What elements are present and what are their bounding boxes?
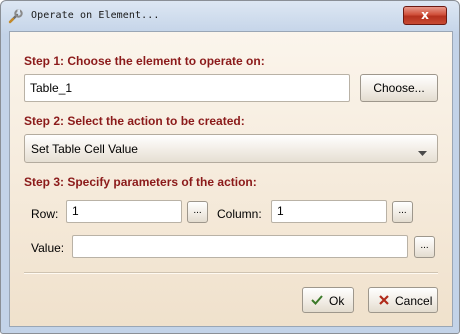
value-input[interactable] [72,235,408,258]
ellipsis-icon: ... [420,240,429,251]
title-bar[interactable]: Operate on Element... x [1,1,459,31]
step1-heading: Step 1: Choose the element to operate on… [24,54,265,68]
close-button[interactable]: x [403,6,447,25]
window-title: Operate on Element... [31,10,160,21]
x-icon [378,294,390,309]
choose-button[interactable]: Choose... [360,74,438,102]
element-field[interactable]: Table_1 [24,74,350,102]
dialog-content: Step 1: Choose the element to operate on… [9,31,453,327]
value-picker-button[interactable]: ... [414,236,435,258]
ellipsis-icon: ... [193,205,202,216]
chevron-down-icon [418,146,427,160]
action-select[interactable]: Set Table Cell Value [24,134,438,163]
row-label: Row: [31,207,59,221]
step2-heading: Step 2: Select the action to be created: [24,114,245,128]
column-input-value: 1 [277,204,284,218]
ellipsis-icon: ... [398,205,407,216]
action-select-value: Set Table Cell Value [31,142,138,156]
value-label: Value: [31,241,65,255]
wrench-icon [8,8,24,24]
ok-button-label: Ok [329,294,345,308]
check-icon [311,294,323,309]
column-input[interactable]: 1 [271,200,387,223]
row-picker-button[interactable]: ... [187,201,208,223]
cancel-button[interactable]: Cancel [368,287,438,313]
column-label: Column: [217,207,262,221]
dialog-window: Operate on Element... x Step 1: Choose t… [0,0,460,334]
separator [24,272,438,274]
element-field-value: Table_1 [30,81,73,95]
choose-button-label: Choose... [373,81,425,95]
row-input-value: 1 [72,204,79,218]
row-input[interactable]: 1 [66,200,182,223]
step3-heading: Step 3: Specify parameters of the action… [24,175,257,189]
close-icon: x [421,8,429,22]
cancel-button-label: Cancel [395,294,433,308]
ok-button[interactable]: Ok [302,287,354,313]
column-picker-button[interactable]: ... [392,201,413,223]
